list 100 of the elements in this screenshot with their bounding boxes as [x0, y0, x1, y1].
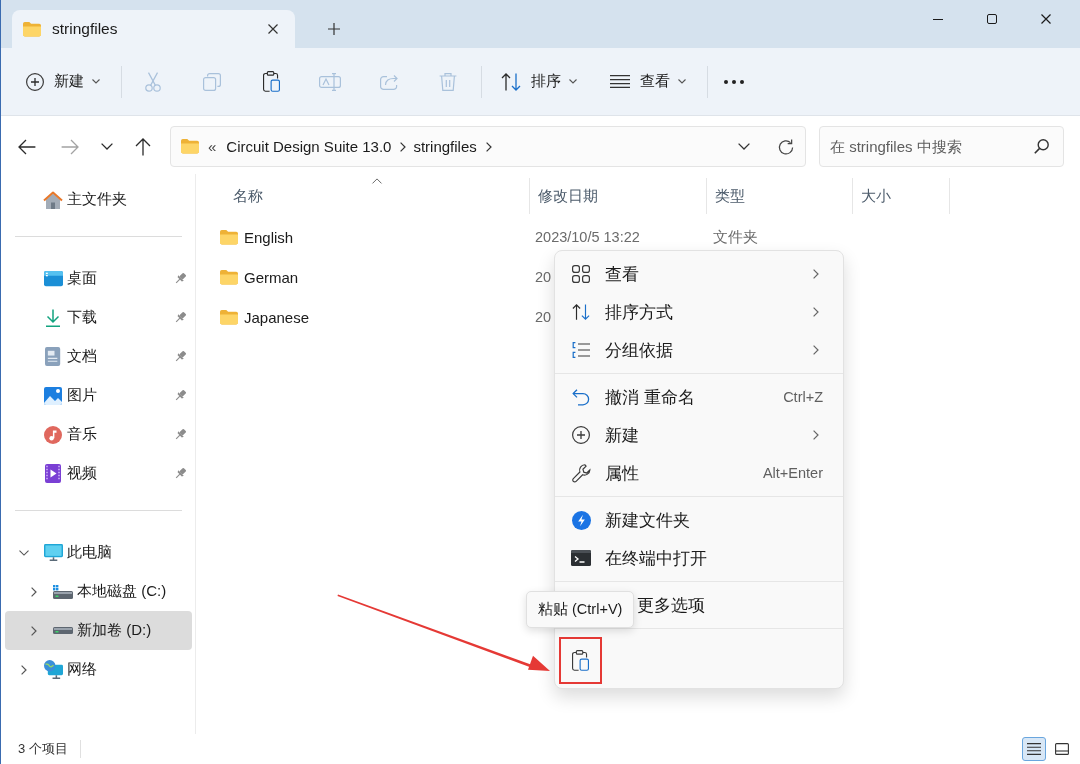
search-icon [1034, 139, 1049, 154]
refresh-icon[interactable] [778, 138, 794, 155]
details-view-icon [1027, 743, 1041, 755]
breadcrumb-button[interactable]: Circuit Design Suite 13.0 [226, 138, 392, 155]
sidebar-item[interactable]: 主文件夹 [5, 180, 192, 219]
folder-icon [220, 229, 238, 245]
caret-icon [678, 79, 686, 84]
modified-date: 2023/10/5 13:22 [535, 229, 640, 245]
address-bar[interactable]: « Circuit Design Suite 13.0 stringfiles [170, 126, 806, 167]
copy-icon [203, 72, 221, 91]
terminal-icon [571, 550, 591, 566]
modified-date: 20 [535, 269, 552, 285]
view-button[interactable]: 查看 [600, 63, 696, 100]
clipboard-icon [262, 71, 280, 92]
sidebar-item[interactable]: 图片 [5, 376, 192, 415]
chevron-right-icon[interactable] [31, 586, 37, 597]
column-header[interactable]: 修改日期 [538, 186, 598, 206]
shortcut-text: Ctrl+Z [783, 389, 823, 405]
menu-item[interactable]: 撤消 重命名 Ctrl+Z [559, 378, 839, 416]
chevron-right-icon[interactable] [485, 141, 492, 152]
folder-icon [220, 309, 238, 325]
sort-caret-icon[interactable] [372, 178, 382, 184]
lightning-disc-icon [571, 510, 591, 530]
sort-arrows-icon [501, 72, 521, 91]
chevron-right-icon[interactable] [21, 664, 27, 675]
menu-item[interactable]: 排序方式 [559, 293, 839, 331]
grid-icon [572, 265, 590, 283]
plus-circle-icon [572, 426, 590, 444]
music-icon [44, 425, 62, 444]
close-icon [268, 24, 278, 34]
clipboard-icon [572, 650, 589, 671]
up-arrow-icon [135, 137, 151, 156]
sidebar-item[interactable]: 桌面 [5, 259, 192, 298]
file-name[interactable]: German [244, 268, 299, 286]
folder-icon [181, 139, 199, 154]
sidebar-item[interactable]: 文档 [5, 337, 192, 376]
sidebar-item[interactable]: 音乐 [5, 415, 192, 454]
sort-button[interactable]: 排序 [491, 63, 587, 100]
wrench-icon [571, 463, 591, 483]
minimize-icon [933, 18, 943, 20]
tooltip: 粘贴 (Ctrl+V) [526, 591, 635, 628]
network-icon [43, 660, 63, 679]
search-field[interactable]: 在 stringfiles 中搜索 [819, 126, 1064, 167]
share-icon [380, 73, 398, 90]
menu-item[interactable]: 更多选项 [633, 586, 839, 624]
scissors-icon [145, 71, 161, 92]
desktop-icon [43, 270, 63, 287]
sidebar-item[interactable]: 网络 [5, 650, 192, 689]
rename-icon [319, 72, 341, 91]
folder-icon [220, 269, 238, 285]
folder-icon [23, 21, 41, 37]
sidebar-item[interactable]: 新加卷 (D:) [5, 611, 192, 650]
download-icon [45, 308, 61, 327]
menu-item[interactable]: 分组依据 [559, 331, 839, 369]
file-type: 文件夹 [713, 227, 758, 247]
home-icon [43, 190, 63, 209]
menu-item[interactable]: 查看 [559, 255, 839, 293]
video-icon [45, 464, 61, 483]
view-lines-icon [610, 75, 630, 88]
bracket-list-icon [572, 342, 590, 358]
close-icon [1041, 14, 1051, 24]
details-view-button[interactable] [1022, 737, 1046, 761]
menu-item[interactable]: 属性 Alt+Enter [559, 454, 839, 492]
modified-date: 20 [535, 309, 552, 325]
item-count: 3 个项目 [18, 740, 81, 758]
monitor-icon [43, 543, 63, 562]
trash-icon [439, 71, 457, 92]
chevron-down-icon[interactable] [19, 549, 29, 556]
document-icon [45, 347, 61, 366]
plus-icon [328, 23, 340, 35]
maximize-icon [987, 14, 997, 24]
chevron-right-icon[interactable] [31, 625, 37, 636]
menu-item[interactable]: 新建文件夹 [559, 501, 839, 539]
undo-arrow-icon [572, 388, 590, 406]
tiles-view-icon [1055, 743, 1069, 755]
picture-icon [44, 386, 62, 405]
caret-icon [569, 79, 577, 84]
breadcrumb-button[interactable]: stringfiles [413, 138, 477, 155]
sidebar-item[interactable]: 此电脑 [5, 533, 192, 572]
path-overflow-button[interactable]: « [205, 138, 220, 155]
column-header[interactable]: 大小 [861, 186, 891, 206]
drive-icon [53, 584, 73, 599]
caret-icon [92, 79, 100, 84]
plus-circle-icon [26, 72, 44, 91]
menu-item[interactable]: 新建 [559, 416, 839, 454]
chevron-down-icon[interactable] [738, 143, 750, 150]
tab[interactable]: stringfiles [12, 10, 295, 48]
column-header[interactable]: 类型 [715, 186, 745, 206]
sidebar-item[interactable]: 下载 [5, 298, 192, 337]
new-button[interactable]: 新建 [16, 63, 110, 100]
more-icon [724, 79, 744, 84]
menu-item[interactable]: 在终端中打开 [559, 539, 839, 577]
chevron-right-icon[interactable] [400, 141, 407, 152]
file-name[interactable]: Japanese [244, 308, 310, 326]
file-name[interactable]: English [244, 228, 294, 246]
sidebar-item[interactable]: 视频 [5, 454, 192, 493]
sidebar-item[interactable]: 本地磁盘 (C:) [5, 572, 192, 611]
column-header[interactable]: 名称 [233, 186, 263, 206]
back-arrow-icon [18, 138, 36, 155]
forward-arrow-icon [61, 138, 79, 155]
